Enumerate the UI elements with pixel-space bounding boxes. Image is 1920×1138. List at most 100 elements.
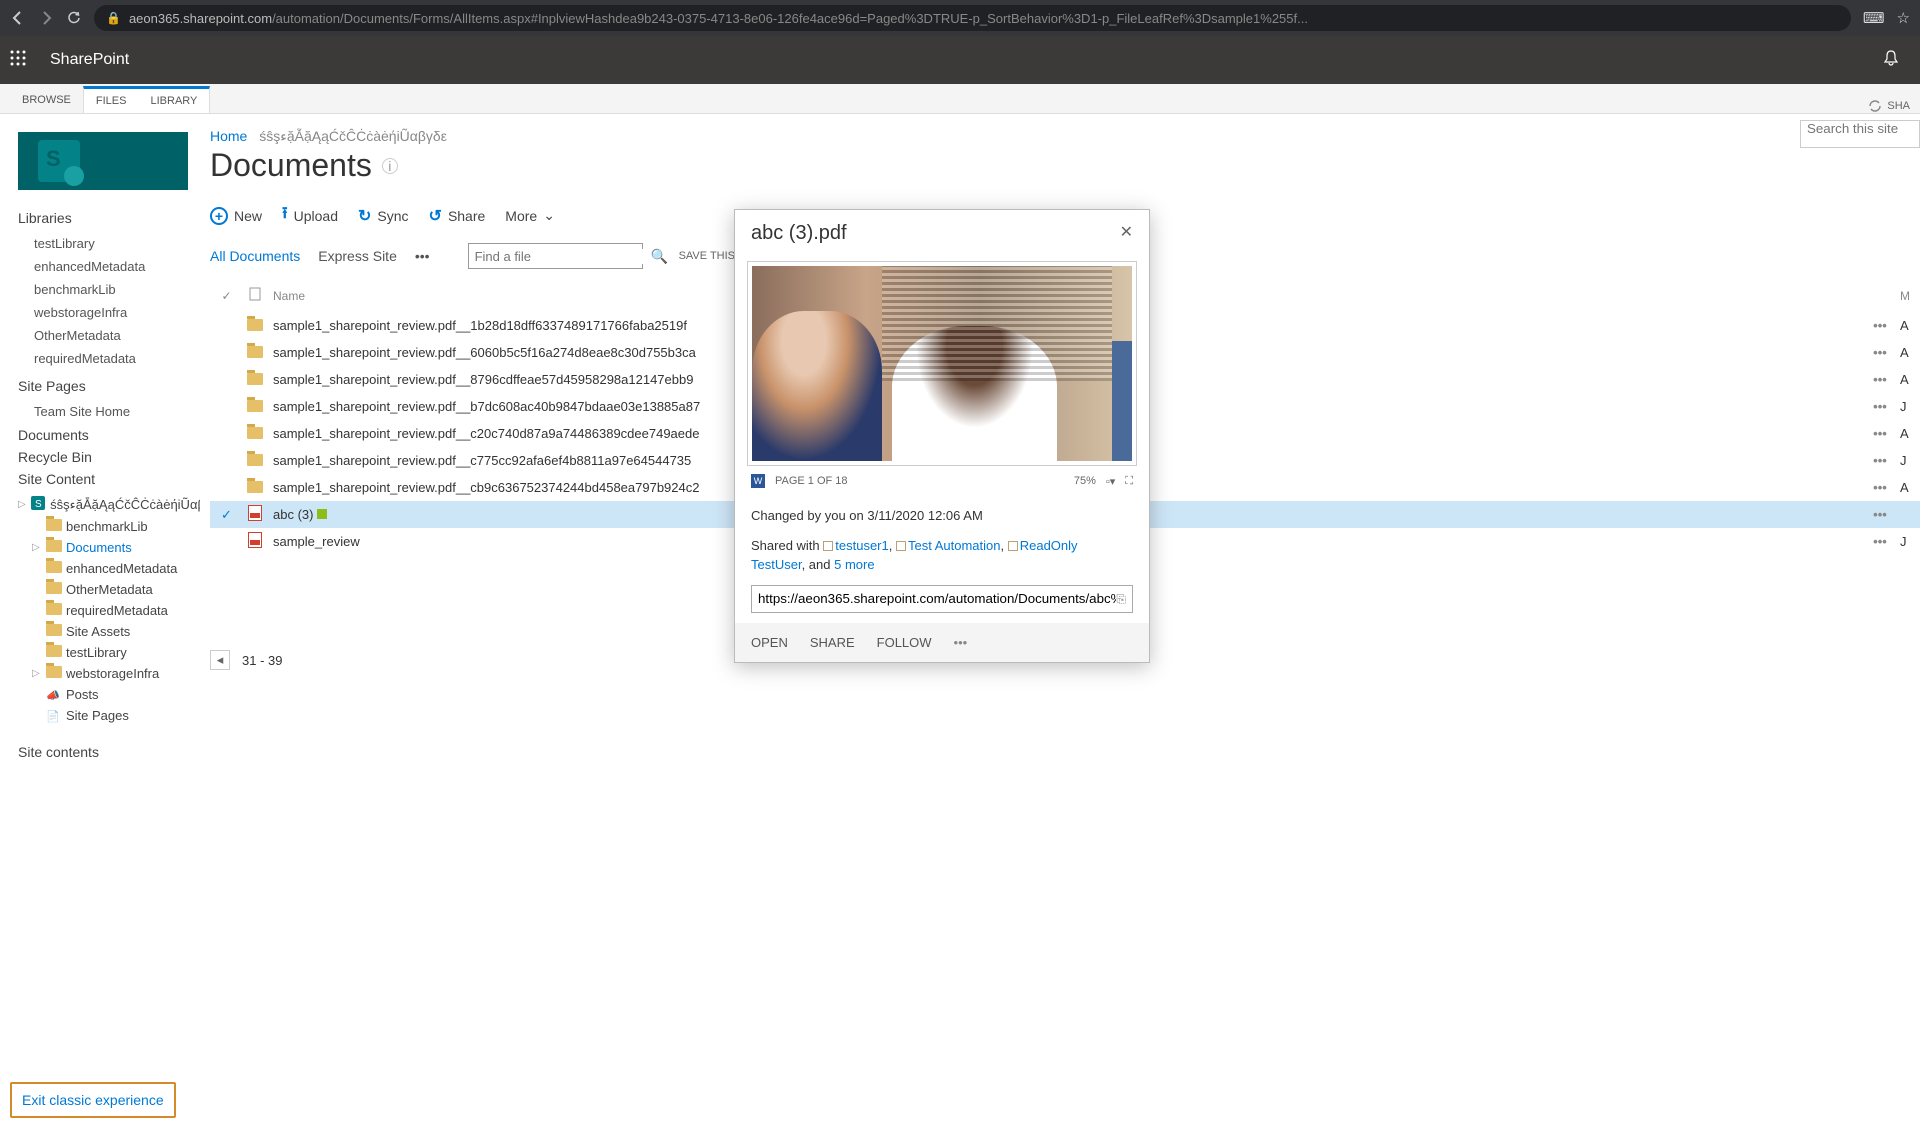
brand-label[interactable]: SharePoint [50, 51, 129, 69]
user-photo-icon [896, 541, 906, 551]
tree-item[interactable]: 📄Site Pages [32, 705, 200, 726]
type-column-icon[interactable] [243, 287, 267, 304]
fullscreen-icon[interactable]: ⛶ [1125, 475, 1133, 488]
ribbon-tab-files[interactable]: FILES [84, 89, 139, 113]
more-button[interactable]: More ⌄ [505, 207, 555, 224]
tree-item[interactable]: Site Assets [32, 621, 200, 642]
expand-icon[interactable]: ▷ [32, 542, 42, 553]
follow-button[interactable]: FOLLOW [877, 635, 932, 650]
row-menu-icon[interactable]: ••• [1860, 507, 1900, 522]
view-more-icon[interactable]: ••• [415, 248, 430, 264]
nav-sitecontents[interactable]: Site contents [18, 744, 200, 760]
notifications-icon[interactable] [1882, 49, 1900, 72]
folder-icon [243, 372, 267, 388]
nav-library-item[interactable]: benchmarkLib [18, 278, 200, 301]
tree-webstorage[interactable]: ▷ webstorageInfra [18, 663, 200, 684]
more-users-link[interactable]: 5 more [834, 557, 874, 572]
row-menu-icon[interactable]: ••• [1860, 372, 1900, 387]
expand-icon[interactable]: ▷ [32, 668, 42, 679]
folder-icon [243, 318, 267, 334]
row-menu-icon[interactable]: ••• [1860, 426, 1900, 441]
nav-heading-libraries[interactable]: Libraries [18, 210, 200, 226]
modified-cell: A [1900, 426, 1920, 441]
site-logo[interactable] [18, 132, 188, 190]
upload-icon: ⭱ [282, 202, 288, 229]
nav-heading-sitepages[interactable]: Site Pages [18, 378, 200, 394]
preview-thumbnail[interactable] [752, 266, 1132, 461]
modified-cell: J [1900, 399, 1920, 414]
row-menu-icon[interactable]: ••• [1860, 534, 1900, 549]
tree-root[interactable]: ▷ S śŝşءặẴặĄąĆčĈĊċàėήiŨαβγ [18, 493, 200, 516]
user-link[interactable]: testuser1 [835, 538, 888, 553]
row-menu-icon[interactable]: ••• [1860, 345, 1900, 360]
share-icon: ↺ [429, 206, 442, 226]
tree-item[interactable]: requiredMetadata [32, 600, 200, 621]
tree-item[interactable]: OtherMetadata [32, 579, 200, 600]
tree-item[interactable]: 📣Posts [32, 684, 200, 705]
sync-button[interactable]: ↻Sync [358, 206, 409, 226]
folder-icon [46, 561, 62, 576]
view-mode-icon[interactable]: ▫▾ [1106, 475, 1115, 488]
view-all-documents[interactable]: All Documents [210, 248, 300, 264]
nav-heading-recycle[interactable]: Recycle Bin [18, 449, 200, 465]
row-menu-icon[interactable]: ••• [1860, 318, 1900, 333]
document-url-box[interactable]: ⎘ [751, 585, 1133, 613]
tree-item[interactable]: testLibrary [32, 642, 200, 663]
tree-item[interactable]: benchmarkLib [32, 516, 200, 537]
page-prev-button[interactable]: ◂ [210, 650, 230, 670]
search-site-box[interactable] [1800, 120, 1920, 148]
nav-heading-documents[interactable]: Documents [18, 427, 200, 443]
folder-icon [46, 519, 62, 534]
row-menu-icon[interactable]: ••• [1860, 453, 1900, 468]
exit-classic-button[interactable]: Exit classic experience [10, 1082, 176, 1118]
row-checkbox[interactable]: ✓ [210, 507, 243, 523]
document-url-input[interactable] [758, 591, 1116, 606]
copy-icon[interactable]: ⎘ [1116, 590, 1126, 608]
star-icon[interactable]: ☆ [1897, 9, 1910, 27]
expand-icon[interactable]: ▷ [18, 499, 27, 510]
ribbon-tab-browse[interactable]: BROWSE [10, 87, 83, 113]
share-button[interactable]: SHARE [810, 635, 855, 650]
ribbon-share[interactable]: SHA [1868, 99, 1920, 113]
folder-icon [46, 603, 62, 618]
nav-library-item[interactable]: requiredMetadata [18, 347, 200, 370]
nav-heading-sitecontent[interactable]: Site Content [18, 471, 200, 487]
back-button[interactable] [10, 10, 26, 26]
nav-library-item[interactable]: enhancedMetadata [18, 255, 200, 278]
find-file-input[interactable] [475, 249, 651, 264]
sync-icon [1868, 99, 1882, 113]
ribbon-tab-library[interactable]: LIBRARY [138, 89, 209, 113]
user-link[interactable]: Test Automation [908, 538, 1001, 553]
find-file-box[interactable]: 🔍 [468, 243, 643, 269]
reload-button[interactable] [66, 10, 82, 26]
tree-documents[interactable]: ▷ Documents [18, 537, 200, 558]
close-icon[interactable]: ✕ [1120, 222, 1133, 242]
address-bar[interactable]: 🔒 aeon365.sharepoint.com/automation/Docu… [94, 5, 1851, 31]
more-actions-icon[interactable]: ••• [954, 635, 968, 650]
search-icon[interactable]: 🔍 [651, 248, 668, 265]
info-icon[interactable]: i [382, 158, 398, 174]
search-site-input[interactable] [1807, 121, 1913, 136]
share-button[interactable]: ↺Share [429, 206, 486, 226]
nav-link-teamsite[interactable]: Team Site Home [18, 400, 200, 423]
app-launcher-icon[interactable] [10, 50, 50, 71]
translate-icon[interactable]: ⌨ [1863, 9, 1885, 27]
open-button[interactable]: OPEN [751, 635, 788, 650]
row-menu-icon[interactable]: ••• [1860, 399, 1900, 414]
upload-button[interactable]: ⭱Upload [282, 202, 338, 229]
nav-library-item[interactable]: OtherMetadata [18, 324, 200, 347]
tree-item[interactable]: enhancedMetadata [32, 558, 200, 579]
nav-library-item[interactable]: testLibrary [18, 232, 200, 255]
select-all-checkbox[interactable]: ✓ [210, 289, 243, 303]
ribbon-group: FILES LIBRARY [83, 86, 210, 113]
new-button[interactable]: +New [210, 207, 262, 225]
view-express-site[interactable]: Express Site [318, 248, 397, 264]
modified-column-header[interactable]: M [1900, 289, 1920, 303]
row-menu-icon[interactable]: ••• [1860, 480, 1900, 495]
breadcrumb-site[interactable]: śŝşءặẴặĄąĆčĈĊċàėήiŨαβγδε [259, 128, 447, 144]
nav-library-item[interactable]: webstorageInfra [18, 301, 200, 324]
breadcrumb-home[interactable]: Home [210, 128, 247, 144]
user-photo-icon [1008, 541, 1018, 551]
folder-icon [243, 480, 267, 496]
forward-button[interactable] [38, 10, 54, 26]
